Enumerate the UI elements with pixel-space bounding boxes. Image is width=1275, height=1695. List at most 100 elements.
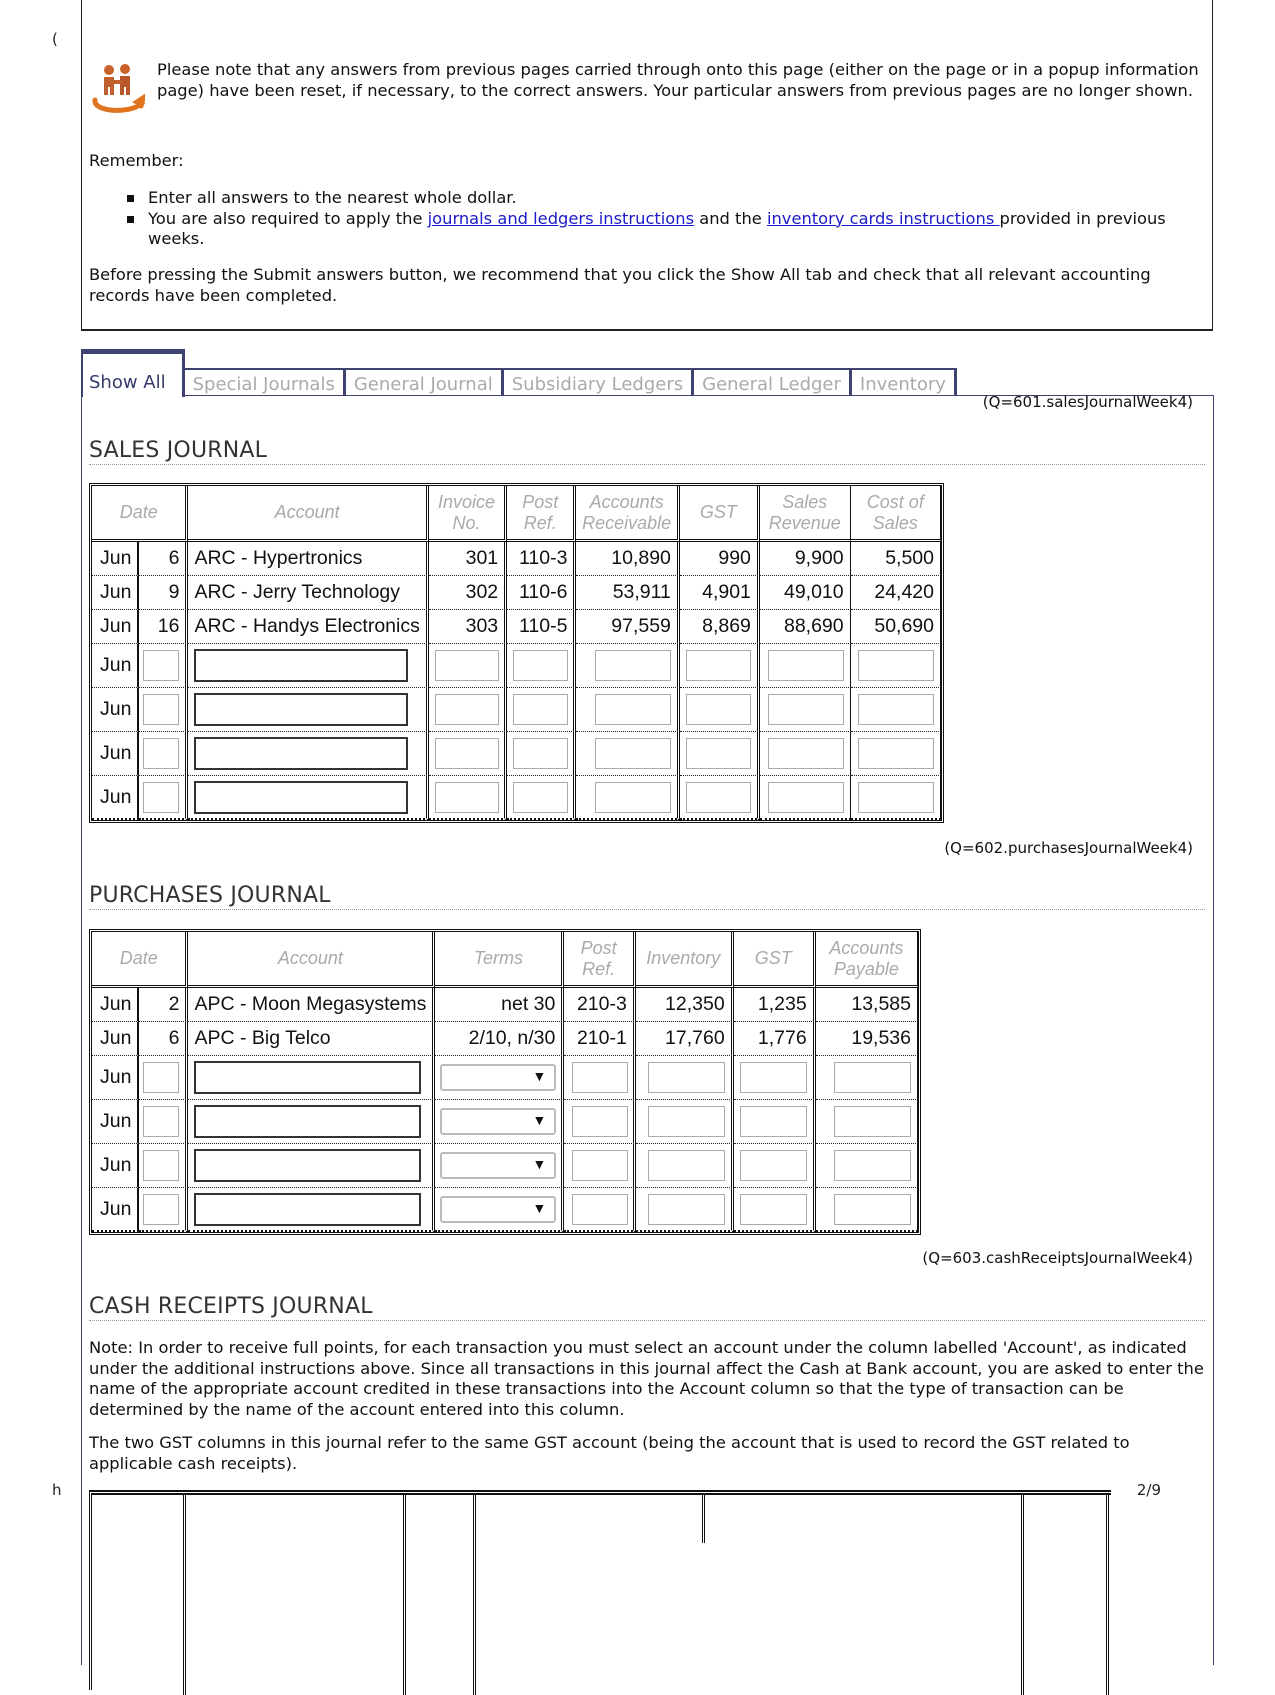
cell-cost-of-sales: 24,420: [850, 576, 941, 610]
invoice-input[interactable]: [435, 781, 500, 813]
sales-revenue-input[interactable]: [767, 738, 844, 769]
day-input[interactable]: [143, 781, 180, 813]
gst-input[interactable]: [739, 1193, 807, 1225]
gst-input[interactable]: [739, 1062, 807, 1093]
day-input[interactable]: [143, 738, 180, 769]
header-accounts-receivable: Accounts Receivable: [576, 486, 680, 542]
day-input[interactable]: [143, 694, 180, 725]
inventory-input[interactable]: [647, 1106, 725, 1137]
margin-mark-top: (: [52, 30, 58, 48]
inventory-input[interactable]: [647, 1193, 725, 1225]
post-ref-input[interactable]: [513, 781, 569, 813]
tab-inventory[interactable]: Inventory: [851, 368, 957, 396]
post-ref-input[interactable]: [571, 1062, 628, 1093]
account-input[interactable]: [194, 649, 409, 682]
day-input[interactable]: [143, 1150, 180, 1181]
terms-select[interactable]: ▼: [440, 1064, 557, 1091]
sales-journal-qref: (Q=601.salesJournalWeek4): [982, 393, 1193, 411]
cell-invoice: 303: [428, 610, 508, 644]
cell-post-ref: 210-3: [564, 988, 636, 1022]
cell-month: Jun: [92, 776, 140, 820]
sales-revenue-input[interactable]: [767, 694, 844, 725]
accounts-receivable-input[interactable]: [594, 694, 671, 725]
tab-subsidiary-ledgers[interactable]: Subsidiary Ledgers: [503, 368, 695, 396]
terms-select[interactable]: ▼: [440, 1152, 557, 1179]
inventory-input[interactable]: [647, 1150, 725, 1181]
gst-input[interactable]: [685, 781, 751, 813]
post-ref-input[interactable]: [513, 694, 569, 725]
account-input[interactable]: [194, 737, 409, 770]
account-input[interactable]: [194, 1149, 422, 1182]
cash-receipts-journal-title: CASH RECEIPTS JOURNAL: [89, 1294, 1205, 1321]
cell-gst: 1,235: [733, 988, 816, 1022]
post-ref-input[interactable]: [571, 1193, 628, 1225]
accounts-receivable-input[interactable]: [594, 738, 671, 769]
header-inventory: Inventory: [635, 932, 734, 988]
gst-input[interactable]: [685, 738, 751, 769]
cost-of-sales-input[interactable]: [858, 781, 934, 813]
cell-accounts-receivable: 53,911: [576, 576, 680, 610]
tab-show-all[interactable]: Show All: [81, 349, 185, 397]
tab-general-journal[interactable]: General Journal: [345, 368, 504, 396]
gst-input[interactable]: [739, 1106, 807, 1137]
inventory-input[interactable]: [647, 1062, 725, 1093]
tab-general-ledger[interactable]: General Ledger: [694, 368, 852, 396]
tab-special-journals[interactable]: Special Journals: [184, 368, 346, 396]
post-ref-input[interactable]: [571, 1106, 628, 1137]
gst-input[interactable]: [685, 694, 751, 725]
day-input[interactable]: [143, 1193, 180, 1225]
bullet-text: You are also required to apply the: [148, 208, 428, 228]
journals-ledgers-instructions-link[interactable]: journals and ledgers instructions: [428, 209, 694, 228]
invoice-input[interactable]: [435, 694, 500, 725]
accounts-payable-input[interactable]: [834, 1150, 911, 1181]
sales-revenue-input[interactable]: [767, 650, 844, 681]
day-input[interactable]: [143, 650, 180, 681]
accounts-payable-input[interactable]: [834, 1193, 911, 1225]
post-ref-input[interactable]: [513, 738, 569, 769]
invoice-input[interactable]: [435, 738, 500, 769]
gst-input[interactable]: [739, 1150, 807, 1181]
header-gst: GST: [679, 486, 760, 542]
cell-month: Jun: [92, 988, 140, 1022]
cell-gst: 990: [679, 542, 760, 576]
account-input[interactable]: [194, 1192, 422, 1226]
cell-month: Jun: [92, 1056, 140, 1100]
tab-panel: (Q=601.salesJournalWeek4) SALES JOURNAL …: [81, 393, 1214, 1695]
cell-account: APC - Moon Megasystems: [188, 988, 436, 1022]
header-post-ref: Post Ref.: [564, 932, 636, 988]
cost-of-sales-input[interactable]: [858, 650, 934, 681]
notice-text: Please note that any answers from previo…: [157, 60, 1199, 100]
sales-journal-title: SALES JOURNAL: [89, 438, 1205, 465]
accounts-receivable-input[interactable]: [594, 781, 671, 813]
terms-select[interactable]: ▼: [440, 1195, 557, 1223]
account-input[interactable]: [194, 693, 409, 726]
post-ref-input[interactable]: [513, 650, 569, 681]
terms-select[interactable]: ▼: [440, 1108, 557, 1135]
sales-revenue-input[interactable]: [767, 781, 844, 813]
handshake-people-icon: [89, 60, 147, 116]
cost-of-sales-input[interactable]: [858, 694, 934, 725]
invoice-input[interactable]: [435, 650, 500, 681]
cash-receipts-note: Note: In order to receive full points, f…: [89, 1338, 1204, 1419]
day-input[interactable]: [143, 1062, 180, 1093]
bullet-text: and the: [694, 208, 767, 228]
account-input[interactable]: [194, 1061, 422, 1094]
inventory-cards-instructions-link[interactable]: inventory cards instructions: [767, 209, 1000, 228]
post-ref-input[interactable]: [571, 1150, 628, 1181]
column-divider: [702, 1495, 705, 1543]
accounts-payable-input[interactable]: [834, 1062, 911, 1093]
account-input[interactable]: [194, 780, 409, 814]
gst-input[interactable]: [685, 650, 751, 681]
remember-item: You are also required to apply the journ…: [89, 209, 1199, 250]
cost-of-sales-input[interactable]: [858, 738, 934, 769]
cell-month: Jun: [92, 1022, 140, 1056]
accounts-receivable-input[interactable]: [594, 650, 671, 681]
purchases-journal-qref: (Q=602.purchasesJournalWeek4): [944, 839, 1193, 857]
day-input[interactable]: [143, 1106, 180, 1137]
header-terms: Terms: [435, 932, 565, 988]
cell-gst: 4,901: [679, 576, 760, 610]
accounts-payable-input[interactable]: [834, 1106, 911, 1137]
account-input[interactable]: [194, 1105, 422, 1138]
cash-receipts-journal-qref: (Q=603.cashReceiptsJournalWeek4): [922, 1249, 1193, 1267]
header-date: Date: [92, 932, 189, 988]
